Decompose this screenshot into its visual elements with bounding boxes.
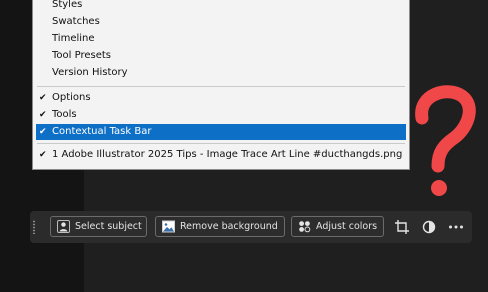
menu-separator — [37, 86, 405, 87]
crop-icon[interactable] — [392, 217, 412, 237]
contrast-icon[interactable] — [419, 217, 439, 237]
menu-item-options[interactable]: ✔ Options — [33, 90, 409, 106]
menu-item-tools[interactable]: ✔ Tools — [33, 107, 409, 123]
checkmark-icon: ✔ — [39, 110, 47, 120]
checkmark-icon: ✔ — [39, 93, 47, 103]
menu-item-version-history[interactable]: Version History — [33, 65, 409, 81]
adjust-colors-button[interactable]: Adjust colors — [291, 216, 384, 237]
adjust-colors-icon — [299, 221, 311, 233]
question-mark-annotation — [415, 85, 476, 196]
contextual-task-bar: Select subject Remove background Adjust … — [30, 211, 472, 243]
more-icon[interactable] — [446, 217, 466, 237]
menu-item-styles[interactable]: Styles — [33, 0, 409, 13]
checkmark-icon: ✔ — [39, 150, 47, 160]
menu-item-swatches[interactable]: Swatches — [33, 14, 409, 30]
remove-background-button[interactable]: Remove background — [155, 216, 285, 237]
image-icon — [162, 220, 175, 233]
person-icon — [57, 220, 70, 233]
drag-handle[interactable] — [32, 220, 36, 234]
menu-item-tool-presets[interactable]: Tool Presets — [33, 48, 409, 64]
checkmark-icon: ✔ — [39, 127, 47, 137]
select-subject-button[interactable]: Select subject — [50, 216, 147, 237]
menu-item-timeline[interactable]: Timeline — [33, 31, 409, 47]
menu-item-open-document[interactable]: ✔ 1 Adobe Illustrator 2025 Tips - Image T… — [33, 147, 409, 163]
window-menu-dropdown: Styles Swatches Timeline Tool Presets Ve… — [32, 0, 410, 170]
menu-separator — [37, 143, 405, 144]
menu-item-contextual-task-bar[interactable]: ✔ Contextual Task Bar — [36, 124, 406, 140]
